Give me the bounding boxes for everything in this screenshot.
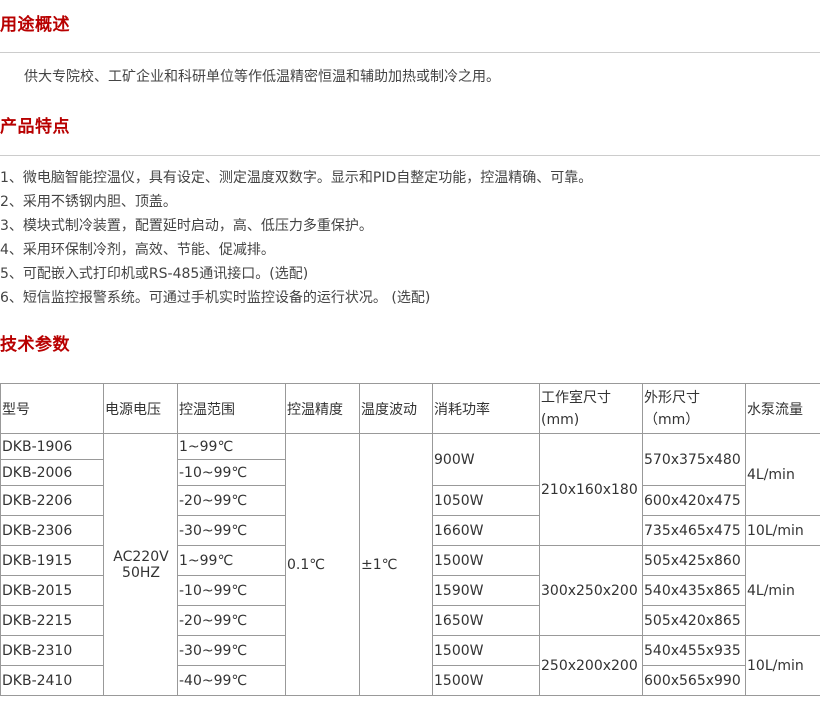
cell-flow: 10L/min [745, 515, 820, 546]
cell-range: -20~99℃ [177, 605, 286, 636]
cell-chamber: 210x160x180 [539, 433, 643, 546]
cell-range: -30~99℃ [177, 515, 286, 546]
cell-model: DKB-1915 [0, 545, 104, 576]
header-fluctuation: 温度波动 [359, 383, 433, 434]
header-flow: 水泵流量 [745, 383, 820, 434]
cell-chamber: 250x200x200 [539, 635, 643, 696]
cell-outer: 600x420x475 [642, 485, 746, 516]
cell-outer: 540x435x865 [642, 575, 746, 606]
cell-consumption: 1500W [432, 665, 540, 696]
cell-outer: 600x565x990 [642, 665, 746, 696]
cell-model: DKB-2215 [0, 605, 104, 636]
table-header-row: 型号 电源电压 控温范围 控温精度 温度波动 消耗功率 工作室尺寸(mm) 外形… [0, 383, 820, 434]
cell-model: DKB-2015 [0, 575, 104, 606]
cell-flow: 4L/min [745, 545, 820, 636]
feature-item: 2、采用不锈钢内胆、顶盖。 [0, 194, 177, 210]
cell-outer: 540x455x935 [642, 635, 746, 666]
cell-precision: 0.1℃ [285, 433, 360, 696]
cell-flow: 10L/min [745, 635, 820, 696]
usage-divider [0, 52, 820, 53]
cell-range: -20~99℃ [177, 485, 286, 516]
product-page: 用途概述 供大专院校、工矿企业和科研单位等作低温精密恒温和辅助加热或制冷之用。 … [0, 0, 820, 716]
feature-item: 4、采用环保制冷剂，高效、节能、促减排。 [0, 242, 275, 258]
cell-chamber: 300x250x200 [539, 545, 643, 636]
cell-fluctuation: ±1℃ [359, 433, 433, 696]
cell-consumption: 900W [432, 433, 540, 486]
cell-model: DKB-2006 [0, 459, 104, 486]
cell-outer: 505x425x860 [642, 545, 746, 576]
cell-range: -40~99℃ [177, 665, 286, 696]
cell-model: DKB-2306 [0, 515, 104, 546]
cell-power: AC220V 50HZ [103, 433, 178, 696]
cell-consumption: 1660W [432, 515, 540, 546]
header-chamber: 工作室尺寸(mm) [539, 383, 643, 434]
header-outer: 外形尺寸（mm） [642, 383, 746, 434]
cell-outer: 570x375x480 [642, 433, 746, 486]
cell-outer: 735x465x475 [642, 515, 746, 546]
specs-section-title: 技术参数 [0, 335, 70, 355]
cell-model: DKB-1906 [0, 433, 104, 460]
spec-table: 型号 电源电压 控温范围 控温精度 温度波动 消耗功率 工作室尺寸(mm) 外形… [0, 383, 820, 696]
features-section-title: 产品特点 [0, 117, 70, 137]
cell-outer: 505x420x865 [642, 605, 746, 636]
cell-model: DKB-2410 [0, 665, 104, 696]
cell-range: -10~99℃ [177, 575, 286, 606]
header-model: 型号 [0, 383, 104, 434]
header-range: 控温范围 [177, 383, 286, 434]
feature-item: 1、微电脑智能控温仪，具有设定、测定温度双数字。显示和PID自整定功能，控温精确… [0, 170, 593, 186]
cell-range: -10~99℃ [177, 459, 286, 486]
power-line-1: AC220V [113, 548, 169, 565]
usage-section-title: 用途概述 [0, 15, 70, 35]
header-precision: 控温精度 [285, 383, 360, 434]
cell-consumption: 1050W [432, 485, 540, 516]
feature-item: 6、短信监控报警系统。可通过手机实时监控设备的运行状况。 (选配) [0, 290, 431, 306]
cell-flow: 4L/min [745, 433, 820, 516]
cell-range: 1~99℃ [177, 433, 286, 460]
features-divider [0, 155, 820, 156]
cell-consumption: 1650W [432, 605, 540, 636]
cell-consumption: 1500W [432, 635, 540, 666]
feature-item: 3、模块式制冷装置，配置延时启动，高、低压力多重保护。 [0, 218, 373, 234]
cell-range: 1~99℃ [177, 545, 286, 576]
power-line-2: 50HZ [122, 564, 160, 581]
cell-model: DKB-2206 [0, 485, 104, 516]
header-power: 电源电压 [103, 383, 178, 434]
feature-item: 5、可配嵌入式打印机或RS-485通讯接口。(选配) [0, 266, 309, 282]
table-row: DKB-1906 AC220V 50HZ 1~99℃ 0.1℃ ±1℃ 900W… [0, 433, 820, 696]
cell-range: -30~99℃ [177, 635, 286, 666]
cell-consumption: 1590W [432, 575, 540, 606]
usage-text: 供大专院校、工矿企业和科研单位等作低温精密恒温和辅助加热或制冷之用。 [24, 69, 500, 85]
cell-model: DKB-2310 [0, 635, 104, 666]
cell-consumption: 1500W [432, 545, 540, 576]
header-consumption: 消耗功率 [432, 383, 540, 434]
